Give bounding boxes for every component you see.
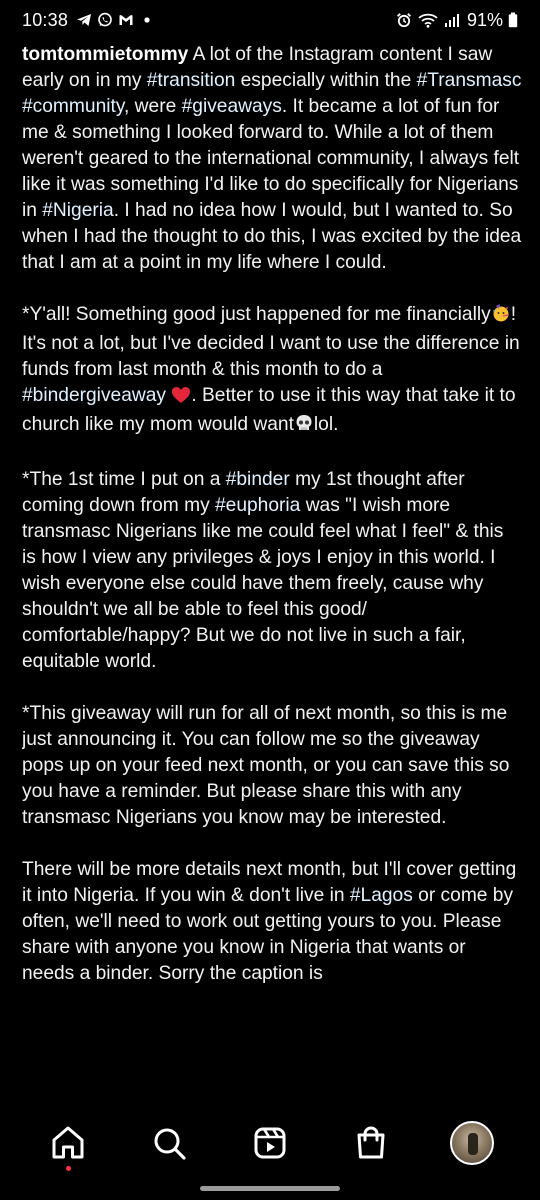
signal-icon [444,12,460,28]
active-indicator [65,1166,71,1171]
avatar [449,1121,494,1165]
caption-paragraph: *This giveaway will run for all of next … [22,703,510,828]
gmail-icon [118,12,134,28]
caption-fade [0,1070,540,1098]
hashtag[interactable]: #Nigeria [42,200,113,221]
alarm-icon [396,12,412,28]
shop-icon[interactable] [341,1113,401,1173]
bottom-nav [0,1110,540,1176]
caption-paragraph: There will be more details next month, b… [22,859,517,984]
caption-paragraph: *The 1st time I put on a #binder my 1st … [22,469,504,672]
hashtag[interactable]: #Lagos [350,885,413,906]
status-time: 10:38 [22,9,69,30]
skull-emoji-icon [294,413,314,441]
notification-icons [76,12,155,28]
telegram-icon [76,12,92,28]
hashtag[interactable]: #giveaways [182,96,282,117]
post-caption: tomtommietommy A lot of the Instagram co… [22,42,522,1094]
red-heart-emoji-icon [171,386,191,412]
gesture-bar[interactable] [200,1186,340,1191]
hashtag[interactable]: #Transmasc [417,70,522,91]
caption-paragraph: *Y'all! Something good just happened for… [22,302,522,441]
caption-paragraph: tomtommietommy A lot of the Instagram co… [22,44,522,273]
whatsapp-icon [97,12,113,28]
hashtag[interactable]: #bindergiveaway [22,385,166,406]
party-face-emoji-icon [491,303,511,331]
search-icon[interactable] [139,1113,199,1173]
profile-avatar[interactable] [442,1113,502,1173]
home-icon[interactable] [38,1113,98,1173]
status-bar: 10:38 91% [0,0,540,40]
hashtag[interactable]: #community [22,96,124,117]
battery-percent: 91% [466,9,503,30]
reels-icon[interactable] [240,1113,300,1173]
wifi-icon [417,12,439,28]
battery-icon [508,12,518,28]
hashtag[interactable]: #binder [226,469,290,490]
dot-icon [139,12,155,28]
username[interactable]: tomtommietommy [22,44,188,65]
hashtag[interactable]: #euphoria [215,495,300,516]
hashtag[interactable]: #transition [147,70,236,91]
system-icons: 91% [396,10,518,31]
